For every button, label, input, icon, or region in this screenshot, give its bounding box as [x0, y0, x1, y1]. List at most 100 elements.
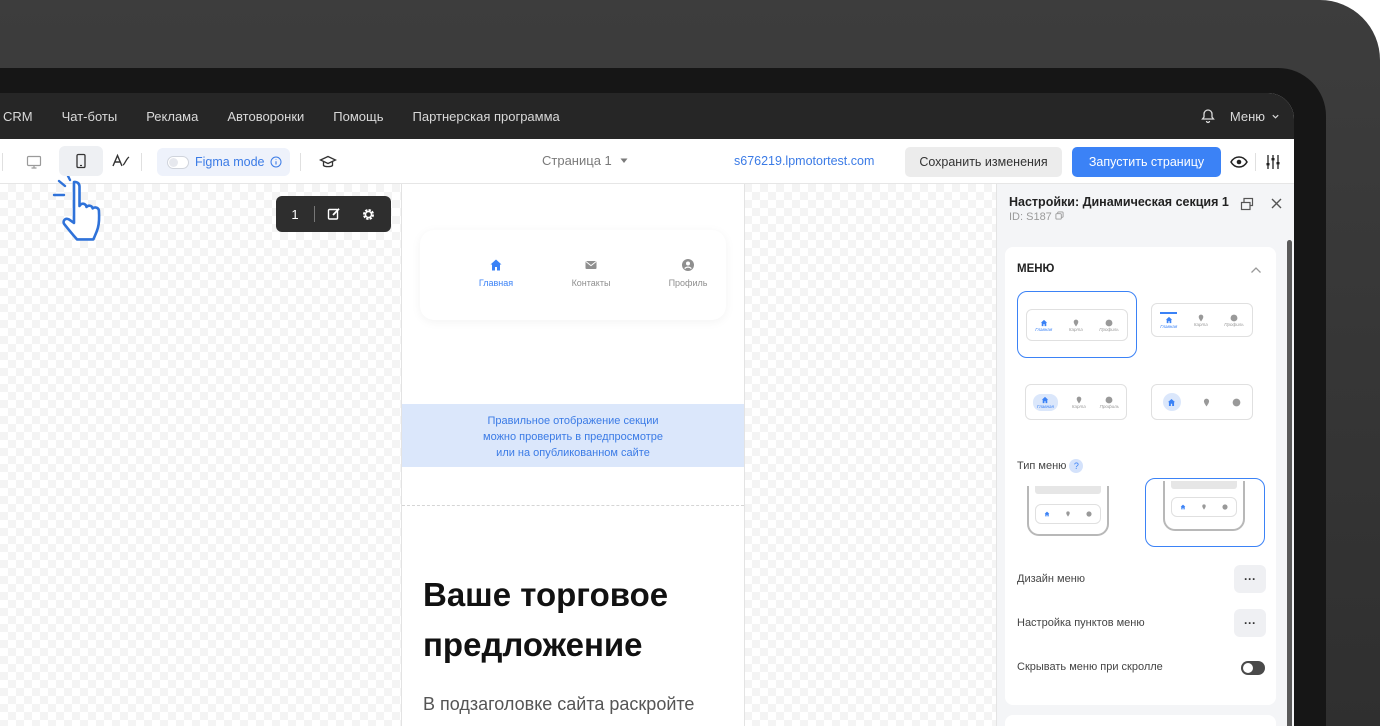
mini-menu-preview: Главная Карта Профиль — [1026, 309, 1128, 341]
desktop-view-button[interactable] — [22, 151, 46, 173]
user-circle-icon — [682, 259, 694, 271]
nav-item-funnels[interactable]: Автоворонки — [227, 109, 304, 124]
nav-item-crm[interactable]: CRM — [3, 109, 33, 124]
notice-line: или на опубликованном сайте — [496, 447, 650, 459]
page-select-value: Страница 1 — [542, 153, 612, 168]
home-icon — [1044, 511, 1050, 517]
notice-line: можно проверить в предпросмотре — [483, 431, 663, 443]
caret-down-icon — [620, 158, 628, 163]
menu-type-option-fixed[interactable] — [1017, 482, 1119, 542]
mini-menu-preview: Главная Карта Профиль — [1151, 303, 1253, 337]
hero-title[interactable]: Ваше торговое предложение — [423, 570, 723, 670]
info-icon[interactable] — [270, 156, 282, 168]
page-select[interactable]: Страница 1 — [542, 153, 628, 168]
panel-scrollbar[interactable] — [1287, 240, 1292, 726]
mini-item — [1065, 511, 1071, 517]
toolbar-divider — [1255, 153, 1256, 171]
detach-panel-icon[interactable] — [1240, 197, 1254, 211]
user-circle-icon — [1086, 511, 1092, 517]
topnav-right: Меню — [1200, 93, 1280, 139]
panel-title: Настройки: Динамическая секция 1 — [1009, 195, 1229, 209]
menu-style-option-3[interactable]: Главная Карта Профиль — [1025, 384, 1127, 420]
menu-type-option-floating[interactable] — [1145, 478, 1265, 547]
mini-item: Карта — [1194, 314, 1208, 327]
nav-item-chatbots[interactable]: Чат-боты — [62, 109, 118, 124]
preview-notice: Правильное отображение секции можно пров… — [402, 404, 744, 467]
menu-item-home[interactable]: Главная — [456, 258, 536, 288]
menu-design-button[interactable]: ··· — [1234, 565, 1266, 593]
mini-item: Карта — [1069, 319, 1083, 332]
menu-design-label: Дизайн меню — [1017, 573, 1086, 585]
hide-on-scroll-toggle[interactable] — [1241, 661, 1265, 675]
home-icon — [1042, 396, 1049, 403]
hero-title-line: предложение — [423, 626, 643, 663]
mini-item: Карта — [1072, 396, 1086, 409]
mini-label: Профиль — [1224, 321, 1244, 327]
mini-item: Профиль — [1100, 396, 1119, 409]
mini-label: Карта — [1193, 321, 1208, 327]
chevron-up-icon[interactable] — [1250, 266, 1262, 274]
help-icon[interactable]: ? — [1069, 459, 1084, 473]
site-domain-link[interactable]: s676219.lpmotortest.com — [734, 154, 874, 168]
section-id: ID: S187 — [1009, 211, 1064, 223]
menu-style-option-4[interactable] — [1151, 384, 1253, 420]
mini-item — [1162, 393, 1181, 411]
mini-item: Главная — [1035, 319, 1052, 332]
top-navigation: CRM Чат-боты Реклама Автоворонки Помощь … — [0, 93, 1294, 139]
toolbar-divider — [300, 153, 301, 171]
map-pin-icon — [1076, 396, 1082, 403]
bottom-menu-preview: Главная Контакты Профиль — [420, 230, 726, 320]
menu-style-option-2[interactable]: Главная Карта Профиль — [1151, 299, 1253, 339]
figma-mode-label: Figma mode — [195, 155, 265, 169]
menu-item-profile[interactable]: Профиль — [648, 258, 728, 288]
save-changes-button[interactable]: Сохранить изменения — [905, 147, 1062, 177]
section-settings-button[interactable] — [353, 207, 383, 222]
phone-mock — [1027, 486, 1109, 536]
graduation-cap-icon — [319, 155, 337, 168]
mobile-view-button[interactable] — [59, 146, 103, 176]
menu-type-label: Тип меню? — [1017, 459, 1084, 473]
map-pin-icon — [1066, 511, 1070, 517]
menu-item-contacts[interactable]: Контакты — [551, 258, 631, 288]
menu-item-label: Профиль — [668, 278, 708, 288]
nav-item-help[interactable]: Помощь — [333, 109, 383, 124]
mock-header — [1035, 486, 1101, 494]
settings-sliders-button[interactable] — [1261, 151, 1285, 173]
close-icon[interactable] — [1270, 197, 1283, 210]
mini-label: Профиль — [1099, 403, 1120, 409]
copy-icon[interactable] — [1055, 211, 1064, 220]
figma-mode-switch[interactable] — [167, 155, 189, 169]
mini-label: Главная — [1035, 326, 1053, 332]
section-number: 1 — [291, 206, 299, 222]
tutorial-button[interactable] — [316, 151, 340, 173]
user-circle-icon — [1105, 396, 1113, 403]
envelope-icon — [585, 261, 597, 269]
mini-label: Главная — [1160, 323, 1178, 329]
mobile-icon — [76, 153, 86, 169]
mini-item — [1086, 511, 1092, 517]
user-circle-icon — [1105, 319, 1113, 326]
nav-item-partner[interactable]: Партнерская программа — [413, 109, 560, 124]
figma-mode-toggle[interactable]: Figma mode — [157, 148, 290, 176]
launch-page-button[interactable]: Запустить страницу — [1072, 147, 1221, 177]
menu-item-label: Контакты — [571, 278, 611, 288]
menu-items-button[interactable]: ··· — [1234, 609, 1266, 637]
preview-button[interactable] — [1228, 151, 1250, 173]
mobile-preview: Главная Контакты Профиль Правильное отоб… — [401, 184, 745, 726]
hero-subtitle[interactable]: В подзаголовке сайта раскройте — [423, 694, 743, 715]
typography-button[interactable] — [109, 150, 133, 172]
nav-item-ads[interactable]: Реклама — [146, 109, 198, 124]
edit-section-button[interactable] — [315, 207, 353, 221]
map-pin-icon — [1198, 314, 1204, 321]
user-circle-icon — [1230, 314, 1238, 321]
menu-style-option-1[interactable]: Главная Карта Профиль — [1017, 291, 1137, 358]
mini-item — [1201, 504, 1207, 510]
gear-icon — [362, 208, 374, 220]
bell-icon[interactable] — [1200, 108, 1216, 124]
edit-icon — [327, 208, 340, 220]
mock-header — [1171, 481, 1237, 489]
pointer-hand-icon — [52, 176, 101, 241]
user-menu-button[interactable]: Меню — [1230, 109, 1280, 124]
editor-toolbar: Figma mode Страница 1 s676219.lpmotortes… — [0, 139, 1294, 184]
mini-menu-preview — [1035, 504, 1101, 524]
